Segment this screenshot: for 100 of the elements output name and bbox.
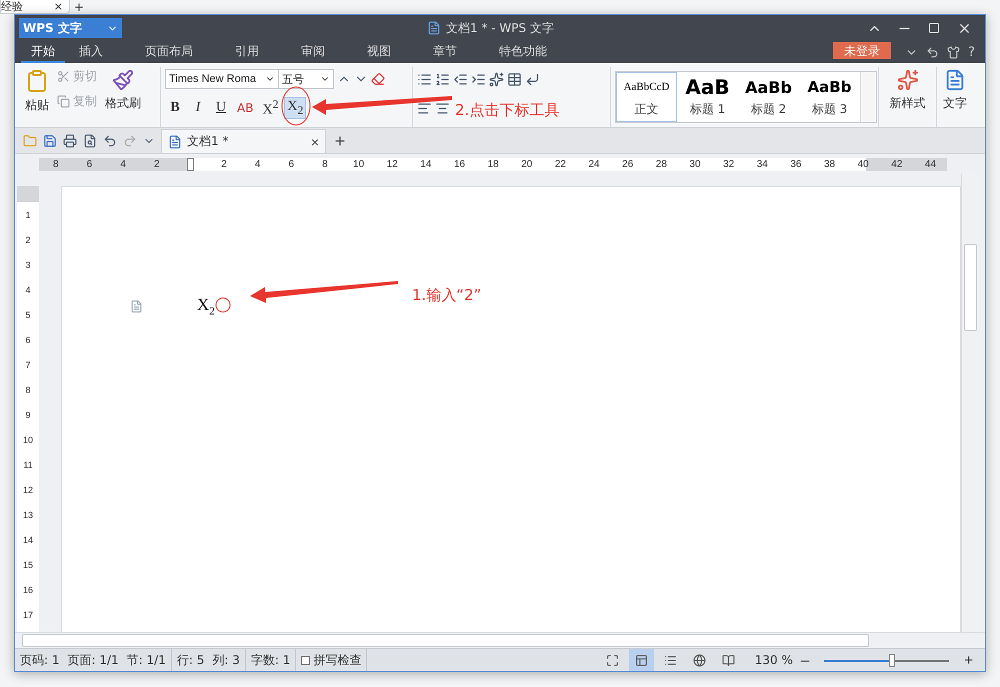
- new-tab-button[interactable]: +: [74, 0, 84, 14]
- zoom-out-button[interactable]: –: [796, 652, 814, 668]
- text-tools-button[interactable]: 文字: [941, 67, 969, 114]
- close-tab-button[interactable]: ×: [310, 134, 319, 150]
- book-icon: [722, 654, 735, 666]
- ruler-number: 6: [86, 158, 92, 170]
- outdent-icon[interactable]: [453, 72, 468, 86]
- zoom-slider-thumb[interactable]: [888, 654, 895, 666]
- status-text: 页码: 1: [20, 652, 60, 668]
- document-icon: [168, 134, 182, 148]
- ruler-number: 14: [22, 534, 33, 544]
- ruler-number: 26: [622, 158, 634, 170]
- annotation-circle: [216, 298, 230, 312]
- zoom-in-button[interactable]: +: [960, 652, 977, 668]
- menu-tab[interactable]: 引用: [235, 41, 259, 63]
- style-item[interactable]: AaB 标题 1: [677, 72, 738, 122]
- ruler-number: 8: [25, 384, 30, 394]
- annotation-text: 2.点击下标工具: [455, 101, 560, 120]
- ruler-number: 12: [386, 158, 398, 170]
- table-icon[interactable]: [507, 72, 522, 86]
- superscript-button[interactable]: X$^{2}$: [259, 97, 282, 119]
- annotation-text: 1.输入“2”: [412, 286, 482, 305]
- paragraph-mark-icon[interactable]: [525, 72, 540, 86]
- ruler-number: 4: [254, 158, 260, 170]
- list-icon: [664, 654, 677, 666]
- indent-icon[interactable]: [471, 72, 486, 86]
- sparkle-icon[interactable]: [489, 72, 504, 86]
- menu-tab[interactable]: 特色功能: [499, 41, 547, 63]
- print-preview-icon[interactable]: [83, 134, 97, 148]
- format-painter-button[interactable]: 格式刷: [103, 67, 143, 114]
- print-icon[interactable]: [63, 134, 77, 148]
- undo-icon[interactable]: [103, 134, 117, 148]
- menu-tab[interactable]: 视图: [367, 41, 391, 63]
- zoom-reading: 130 %: [754, 653, 793, 667]
- style-item[interactable]: AaBb 标题 3: [799, 72, 860, 122]
- help-button[interactable]: ?: [968, 44, 975, 60]
- browser-tab[interactable]: 经验 ×: [0, 0, 70, 14]
- ruler-number: 15: [22, 560, 33, 570]
- indent-marker[interactable]: [186, 158, 194, 170]
- menu-tab[interactable]: 章节: [433, 41, 457, 63]
- ruler-number: 20: [521, 158, 532, 170]
- app-menu-button[interactable]: WPS 文字: [19, 18, 122, 38]
- ruler-number: 36: [790, 158, 802, 170]
- horizontal-scrollbar[interactable]: [15, 632, 985, 648]
- refresh-icon[interactable]: [926, 46, 940, 58]
- new-style-button[interactable]: 新样式: [888, 67, 928, 114]
- numbered-list-icon[interactable]: [435, 72, 450, 86]
- subscript-button[interactable]: X$_{2}$: [284, 97, 306, 119]
- paste-button[interactable]: 粘贴: [23, 67, 51, 116]
- gallery-scrollbar[interactable]: [860, 72, 875, 122]
- globe-icon: [692, 654, 706, 666]
- align-left-icon[interactable]: [417, 100, 432, 116]
- window-title: 文档1 * - WPS 文字: [446, 20, 554, 36]
- status-text: 节: 1/1: [126, 652, 166, 668]
- align-center-icon[interactable]: [435, 100, 450, 116]
- ruler-number: 2: [221, 158, 227, 170]
- menu-tab[interactable]: 页面布局: [145, 41, 193, 63]
- bullet-list-icon[interactable]: [417, 72, 432, 86]
- ruler-number: 17: [22, 610, 33, 620]
- menu-tab[interactable]: 审阅: [301, 41, 325, 63]
- ruler-number: 18: [488, 158, 499, 170]
- font-name-select[interactable]: Times New Roma: [165, 69, 279, 89]
- document-icon: [944, 69, 966, 91]
- scissors-icon: [57, 70, 70, 83]
- ruler-number: 16: [22, 584, 33, 594]
- status-text: 页面: 1/1: [68, 652, 119, 668]
- ruler-number: 10: [353, 158, 364, 170]
- style-item[interactable]: AaBb 标题 2: [738, 72, 799, 122]
- font-size-select[interactable]: 五号: [278, 69, 334, 89]
- ruler-number: 30: [689, 158, 701, 170]
- ruler-number: 44: [924, 158, 936, 170]
- new-tab-button[interactable]: +: [326, 129, 354, 153]
- save-icon[interactable]: [43, 134, 57, 148]
- spell-check-toggle[interactable]: 拼写检查: [301, 652, 362, 668]
- document-tab[interactable]: 文档1 * ×: [161, 129, 326, 153]
- eraser-icon[interactable]: [371, 72, 385, 86]
- style-item[interactable]: AaBbCcD 正文: [616, 72, 677, 122]
- close-icon[interactable]: ×: [54, 0, 63, 13]
- ruler-number: 2: [154, 158, 160, 170]
- ruler-number: 28: [656, 158, 667, 170]
- bold-button[interactable]: B: [165, 97, 185, 119]
- ruler-number: 14: [420, 158, 432, 170]
- underline-button[interactable]: U: [211, 97, 231, 119]
- ruler-number: 22: [554, 158, 566, 170]
- page-view-button[interactable]: [628, 649, 654, 671]
- ruler-number: 38: [824, 158, 836, 170]
- ruler-number: 4: [120, 158, 126, 170]
- ruler-number: 42: [891, 158, 902, 170]
- ruler-number: 13: [22, 510, 33, 520]
- page-layout-icon: [634, 654, 648, 666]
- shirt-icon[interactable]: [947, 46, 960, 58]
- menu-tab[interactable]: 插入: [79, 41, 103, 63]
- copy-icon: [57, 95, 70, 108]
- italic-button[interactable]: I: [188, 97, 208, 119]
- strike-button[interactable]: AB: [234, 97, 256, 119]
- fullscreen-icon: [606, 654, 619, 666]
- ruler-number: 16: [454, 158, 466, 170]
- status-text: 行: 5: [176, 652, 204, 668]
- ruler-number: 9: [25, 410, 30, 420]
- sparkle-icon: [896, 69, 918, 91]
